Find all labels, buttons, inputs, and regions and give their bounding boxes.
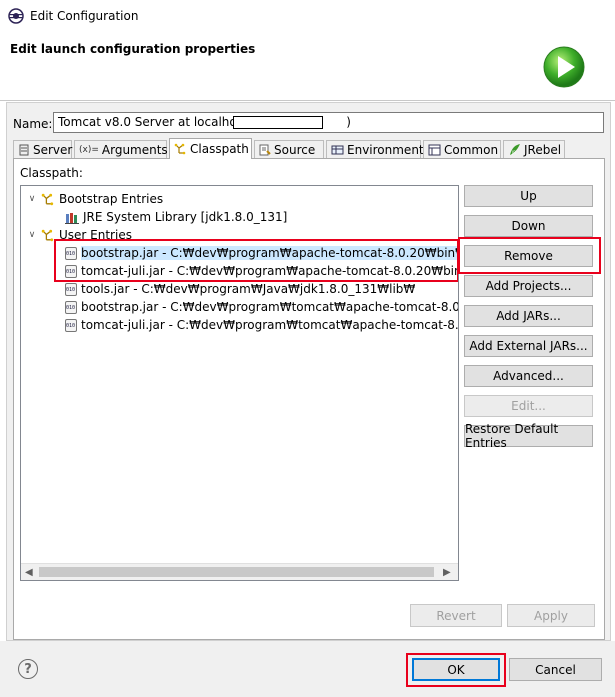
classpath-tree[interactable]: ∨ Bootstrap Entries JRE System Library [… (20, 185, 459, 581)
cancel-button[interactable]: Cancel (509, 658, 602, 681)
svg-text:JR: JR (511, 150, 516, 155)
scroll-left-icon[interactable]: ◀ (25, 567, 33, 578)
classpath-entries-icon (41, 193, 54, 205)
jrebel-icon: JR (510, 144, 520, 155)
add-jars-button[interactable]: Add JARs... (464, 305, 593, 327)
add-external-jars-button[interactable]: Add External JARs... (464, 335, 593, 357)
tab-label: JRebel (524, 142, 562, 157)
common-icon (428, 144, 441, 155)
jar-label: bootstrap.jar - C:₩dev₩program₩tomcat₩ap… (81, 300, 458, 314)
classpath-tab-panel: Classpath: ∨ Bootstrap Entries JRE Syste… (13, 158, 605, 640)
horizontal-scrollbar[interactable]: ◀ ▶ (21, 563, 458, 580)
redacted-text (233, 116, 323, 129)
tab-bar: Server (x)= Arguments Classpath Source E… (13, 138, 603, 159)
up-button[interactable]: Up (464, 185, 593, 207)
tab-environment[interactable]: Environment (326, 140, 424, 158)
classpath-icon (174, 143, 186, 155)
tree-node-label: JRE System Library [jdk1.8.0_131] (83, 210, 288, 224)
title-bar: Edit Configuration (0, 0, 615, 32)
collapse-chevron-icon[interactable]: ∨ (27, 230, 37, 240)
tab-jrebel[interactable]: JR JRebel (503, 140, 565, 158)
advanced-button[interactable]: Advanced... (464, 365, 593, 387)
header-title: Edit launch configuration properties (10, 42, 256, 56)
arguments-icon: (x)= (79, 144, 99, 155)
tab-label: Source (274, 142, 316, 157)
classpath-entries-icon (41, 229, 54, 241)
library-icon (65, 212, 79, 224)
name-label: Name: (13, 117, 53, 131)
tree-item-jar[interactable]: tools.jar - C:₩dev₩program₩Java₩jdk1.8.0… (65, 280, 415, 298)
name-field[interactable]: Tomcat v8.0 Server at localhost () (53, 112, 604, 133)
jar-label: tomcat-juli.jar - C:₩dev₩program₩tomcat₩… (81, 318, 459, 332)
apply-button[interactable]: Apply (507, 604, 595, 627)
restore-default-entries-button[interactable]: Restore Default Entries (464, 422, 593, 450)
window-title: Edit Configuration (30, 9, 139, 23)
tab-label: Classpath (190, 142, 249, 156)
tab-common[interactable]: Common (423, 140, 501, 158)
classpath-label: Classpath: (20, 166, 83, 180)
jar-icon (65, 318, 77, 332)
tab-label: Common (444, 142, 499, 157)
annotation-highlight-box (54, 239, 458, 282)
jar-icon (65, 282, 77, 296)
server-icon (19, 144, 29, 155)
tree-item-jar[interactable]: bootstrap.jar - C:₩dev₩program₩tomcat₩ap… (65, 298, 458, 316)
tree-node-jre-library[interactable]: JRE System Library [jdk1.8.0_131] (65, 208, 287, 226)
dialog-footer: ? OK Cancel (0, 641, 615, 697)
tab-label: Environment (347, 142, 424, 157)
tree-node-bootstrap-entries[interactable]: ∨ Bootstrap Entries (27, 190, 163, 208)
revert-button[interactable]: Revert (410, 604, 502, 627)
tab-label: Server (33, 142, 73, 157)
tab-label: Arguments (101, 142, 168, 157)
tree-item-jar[interactable]: tomcat-juli.jar - C:₩dev₩program₩tomcat₩… (65, 316, 459, 334)
annotation-highlight-box (458, 237, 601, 274)
collapse-chevron-icon[interactable]: ∨ (27, 194, 37, 204)
scroll-right-icon[interactable]: ▶ (443, 567, 451, 578)
edit-button[interactable]: Edit... (464, 395, 593, 417)
tree-node-label: Bootstrap Entries (59, 192, 164, 206)
run-play-icon (543, 46, 585, 88)
source-icon (259, 144, 271, 155)
tab-classpath[interactable]: Classpath (169, 138, 252, 159)
configuration-panel: Name: Tomcat v8.0 Server at localhost ()… (6, 102, 611, 641)
scrollbar-thumb[interactable] (39, 567, 434, 577)
environment-icon (331, 145, 344, 154)
tab-source[interactable]: Source (254, 140, 324, 158)
dialog-header: Edit launch configuration properties (0, 32, 615, 101)
tab-arguments[interactable]: (x)= Arguments (74, 140, 168, 158)
help-icon[interactable]: ? (18, 659, 38, 679)
jar-label: tools.jar - C:₩dev₩program₩Java₩jdk1.8.0… (81, 282, 416, 296)
ok-button[interactable]: OK (412, 658, 500, 681)
add-projects-button[interactable]: Add Projects... (464, 275, 593, 297)
down-button[interactable]: Down (464, 215, 593, 237)
eclipse-app-icon (8, 8, 24, 24)
jar-icon (65, 300, 77, 314)
tab-server[interactable]: Server (13, 140, 72, 158)
